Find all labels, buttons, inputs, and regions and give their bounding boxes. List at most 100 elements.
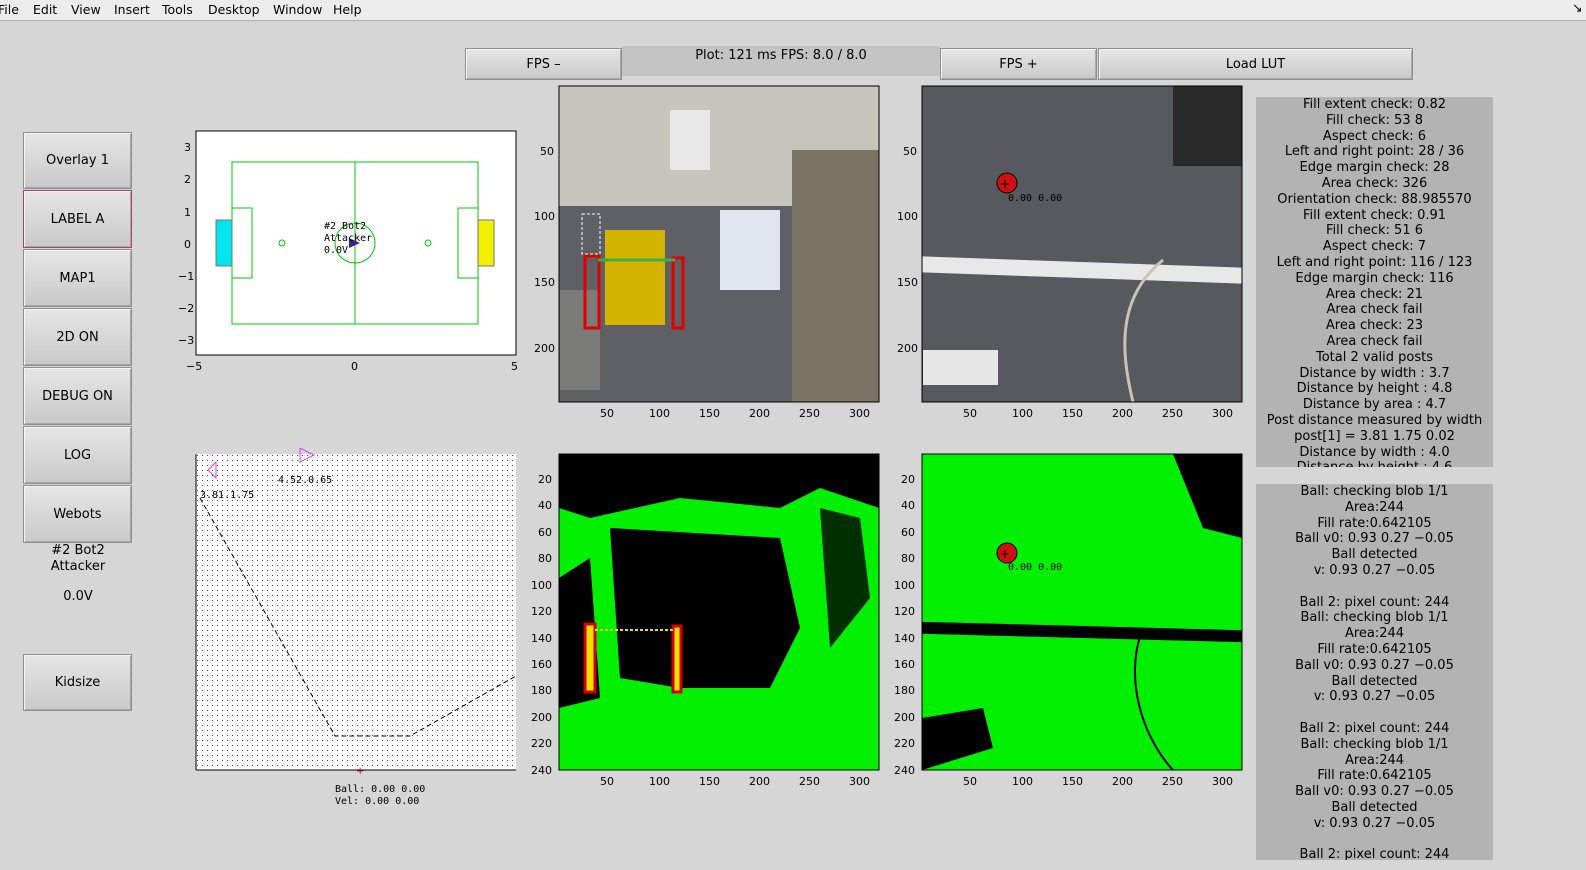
pos-label-2: 4.52.0.65	[278, 475, 332, 486]
debug-line: Ball 2: pixel count: 244	[1299, 720, 1450, 736]
load-lut-button[interactable]: Load LUT	[1098, 48, 1413, 80]
x-tick: 50	[600, 407, 614, 420]
x-tick: 250	[799, 407, 820, 420]
x-tick: 50	[600, 775, 614, 788]
menu-file[interactable]: File	[0, 2, 19, 17]
webots-button[interactable]: Webots	[23, 485, 132, 543]
debug-line: Aspect check: 6	[1322, 128, 1427, 144]
y-tick: 240	[894, 764, 915, 777]
menu-bar: File Edit View Insert Tools Desktop Wind…	[0, 0, 1586, 21]
y-tick: 60	[901, 526, 915, 539]
log-button[interactable]: LOG	[23, 426, 132, 484]
y-tick: 200	[531, 711, 552, 724]
y-tick: 120	[531, 605, 552, 618]
y-tick: 240	[531, 764, 552, 777]
vel-readout: Vel: 0.00 0.00	[335, 796, 419, 807]
fps-minus-button[interactable]: FPS –	[465, 48, 622, 80]
2d-toggle-button[interactable]: 2D ON	[23, 308, 132, 366]
debug-line: Ball 2: pixel count: 244	[1299, 594, 1450, 610]
pos-label-1: 3.81.1.75	[200, 490, 254, 501]
menu-edit[interactable]: Edit	[33, 2, 57, 17]
debug-line: Area check: 21	[1325, 286, 1424, 302]
debug-line: Fill check: 53 8	[1325, 112, 1424, 128]
label-button[interactable]: LABEL A	[23, 190, 132, 248]
y-tick: 150	[897, 276, 918, 289]
overlay-button[interactable]: Overlay 1	[23, 132, 132, 189]
ball-origin-icon: +	[356, 766, 364, 777]
camera-raw-view: 50 100 150 200 50 100 150 200 250 300	[534, 85, 880, 420]
debug-line: Edge margin check: 116	[1295, 270, 1454, 286]
y-tick: 40	[901, 499, 915, 512]
x-tick: 200	[749, 775, 770, 788]
robot-role: Attacker	[50, 559, 106, 574]
camera-labeled-ball-x-ticks: 50 100 150 200 250 300	[963, 775, 1233, 788]
debug-line: Distance by width : 4.0	[1299, 444, 1450, 460]
debug-line: Fill check: 51 6	[1325, 223, 1424, 239]
debug-line: v: 0.93 0.27 −0.05	[1313, 815, 1436, 831]
menu-tools[interactable]: Tools	[162, 2, 193, 17]
y-tick: 100	[894, 579, 915, 592]
x-tick: 5	[511, 360, 518, 373]
debug-line: Area check: 326	[1321, 175, 1428, 191]
x-tick: 300	[1212, 775, 1233, 788]
x-tick: 50	[963, 775, 977, 788]
debug-line: Area check fail	[1326, 333, 1423, 349]
debug-line: Fill rate:0.642105	[1317, 768, 1432, 784]
map-button[interactable]: MAP1	[23, 249, 132, 307]
y-tick: 180	[531, 684, 552, 697]
robot-name: #2 Bot2	[51, 543, 105, 558]
debug-line: Distance by height : 4.8	[1296, 381, 1453, 397]
y-tick: 50	[903, 145, 917, 158]
debug-line: Area:244	[1344, 752, 1405, 768]
x-tick: 100	[1012, 407, 1033, 420]
debug-line: Fill rate:0.642105	[1317, 641, 1432, 657]
dock-arrow-icon[interactable]: ↘	[1572, 0, 1582, 15]
debug-line: Area check: 23	[1325, 318, 1424, 334]
debug-line: Aspect check: 7	[1322, 239, 1427, 255]
camera-raw-y-ticks: 50 100 150 200	[534, 145, 555, 355]
camera-ball-y-ticks: 50 100 150 200	[897, 145, 918, 355]
field-x-ticks: −5 0 5	[186, 360, 518, 373]
debug-line: Ball detected	[1331, 547, 1418, 563]
x-tick: 250	[1162, 775, 1183, 788]
ball-coord-label: 0.00 0.00	[1008, 193, 1062, 204]
y-tick: 120	[894, 605, 915, 618]
debug-line: Left and right point: 116 / 123	[1276, 254, 1473, 270]
debug-line: Distance by area : 4.7	[1302, 397, 1447, 413]
y-tick: 200	[897, 342, 918, 355]
menu-desktop[interactable]: Desktop	[208, 2, 260, 17]
y-tick: 100	[531, 579, 552, 592]
debug-line	[1256, 832, 1493, 848]
x-tick: 100	[649, 407, 670, 420]
camera-labeled-ball-y-ticks: 20 40 60 80 100 120 140 160 180 200 220 …	[894, 473, 915, 777]
y-tick: 200	[894, 711, 915, 724]
debug-line: Distance by height : 4.6	[1256, 460, 1493, 467]
fps-plus-button[interactable]: FPS +	[940, 48, 1097, 80]
right-goal	[477, 219, 495, 267]
menu-help[interactable]: Help	[333, 2, 362, 17]
menu-insert[interactable]: Insert	[114, 2, 150, 17]
y-tick: 20	[538, 473, 552, 486]
y-tick: 150	[534, 276, 555, 289]
debug-line	[1256, 579, 1493, 595]
robot-voltage: 0.0V	[63, 589, 93, 604]
y-tick: 40	[538, 499, 552, 512]
debug-toggle-button[interactable]: DEBUG ON	[23, 367, 132, 425]
field-y-ticks: 3 2 1 0 −1 −2 −3	[178, 141, 194, 347]
menu-window[interactable]: Window	[273, 2, 322, 17]
x-tick: 200	[1112, 775, 1133, 788]
debug-line: Fill extent check: 0.91	[1302, 207, 1447, 223]
menu-view[interactable]: View	[71, 2, 101, 17]
debug-line: Area:244	[1344, 499, 1405, 515]
y-tick: 3	[184, 141, 191, 154]
debug-line: Area:244	[1344, 626, 1405, 642]
debug-line: Post distance measured by width	[1266, 412, 1483, 428]
x-tick: 50	[963, 407, 977, 420]
occupancy-plot: 3.81.1.75 4.52.0.65 + Ball: 0.00 0.00 Ve…	[195, 448, 517, 807]
goal-post-right-labeled	[671, 624, 683, 694]
debug-line: Ball v0: 0.93 0.27 −0.05	[1295, 531, 1454, 547]
robot-label-1: #2 Bot2	[324, 221, 366, 232]
kidsize-button[interactable]: Kidsize	[23, 654, 132, 711]
debug-line: Left and right point: 28 / 36	[1284, 144, 1465, 160]
debug-line: Distance by width : 3.7	[1299, 365, 1450, 381]
